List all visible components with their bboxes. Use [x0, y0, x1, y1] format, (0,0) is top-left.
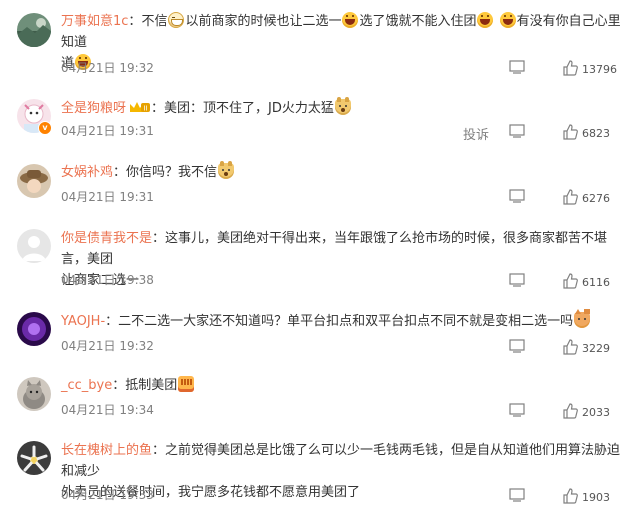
like-button[interactable]: 6276 [562, 189, 610, 205]
comment-body: 全是狗粮呀 II ：美团：顶不住了，JD火力太猛 [61, 97, 621, 119]
like-count: 13796 [582, 63, 617, 76]
like-count: 1903 [582, 491, 610, 504]
separator: ： [113, 165, 127, 180]
like-count: 6276 [582, 192, 610, 205]
verified-badge-icon: v [38, 121, 52, 135]
comment-text: 你信吗？我不信 [126, 165, 218, 180]
timestamp: 04月21日 19:31 [61, 124, 154, 138]
thumbs-up-icon [563, 189, 578, 205]
timestamp: 04月21日 19:33 [61, 488, 154, 502]
timestamp: 04月21日 19:34 [61, 403, 154, 417]
timestamp: 04月21日 19:31 [61, 190, 154, 204]
fist-emoji-icon [178, 376, 195, 392]
username[interactable]: 你是债青我不是 [61, 231, 152, 246]
username[interactable]: 女娲补鸡 [61, 165, 113, 180]
comment-body: YAOJH-：二不二选一大家还不知道吗？单平台扣点和双平台扣点不同不就是变相二选… [61, 309, 621, 332]
avatar[interactable] [17, 229, 51, 263]
grin-emoji-icon [168, 12, 185, 28]
separator: ： [128, 14, 142, 29]
report-button[interactable]: 投诉 [463, 124, 489, 143]
timestamp: 04月21日 19:32 [61, 61, 154, 75]
doge-emoji-icon [218, 161, 235, 179]
separator: ： [112, 378, 126, 393]
reply-icon[interactable] [509, 273, 525, 287]
separator: ： [105, 314, 119, 329]
avatar[interactable] [17, 13, 51, 47]
thumbs-up-icon [563, 339, 578, 355]
username[interactable]: 万事如意1c [61, 14, 128, 29]
like-button[interactable]: 13796 [562, 60, 617, 76]
like-button[interactable]: 2033 [562, 403, 610, 419]
comment-text: 以前商家的时候也让二选一 [185, 14, 342, 29]
cat-emoji-icon [574, 309, 591, 328]
thumbs-up-icon [563, 273, 578, 289]
thumbs-up-icon [563, 124, 578, 140]
avatar[interactable] [17, 312, 51, 346]
username[interactable]: 长在槐树上的鱼 [61, 443, 152, 458]
like-count: 6823 [582, 127, 610, 140]
level-badge-text: II [143, 105, 147, 113]
thumbs-up-icon [563, 488, 578, 504]
username[interactable]: _cc_bye [61, 378, 112, 393]
comment-text: 二不二选一大家还不知道吗？单平台扣点和双平台扣点不同不就是变相二选一吗 [118, 314, 574, 329]
like-count: 6116 [582, 276, 610, 289]
avatar[interactable] [17, 164, 51, 198]
username[interactable]: YAOJH- [61, 314, 105, 329]
laugh-cry-emoji-icon [499, 12, 516, 28]
like-count: 3229 [582, 342, 610, 355]
reply-icon[interactable] [509, 403, 525, 417]
reply-icon[interactable] [509, 189, 525, 203]
reply-icon[interactable] [509, 488, 525, 502]
separator: ： [152, 231, 166, 246]
like-button[interactable]: 6823 [562, 124, 610, 140]
doge-emoji-icon [334, 97, 351, 115]
laugh-cry-emoji-icon [477, 12, 494, 28]
like-button[interactable]: 3229 [562, 339, 610, 355]
reply-icon[interactable] [509, 124, 525, 138]
avatar[interactable] [17, 441, 51, 475]
comment-text: 不信 [141, 14, 168, 29]
comment-body: _cc_bye：抵制美团 [61, 375, 621, 396]
comment-text: 选了饿就不能入住团 [359, 14, 477, 29]
avatar[interactable] [17, 377, 51, 411]
crown-level-badge-icon: II [130, 102, 151, 113]
thumbs-up-icon [563, 60, 578, 76]
reply-icon[interactable] [509, 339, 525, 353]
comment-text: 抵制美团 [125, 378, 178, 393]
like-count: 2033 [582, 406, 610, 419]
separator: ： [151, 101, 165, 116]
timestamp: 04月21日 19:32 [61, 339, 154, 353]
laugh-cry-emoji-icon [342, 12, 359, 28]
like-button[interactable]: 1903 [562, 488, 610, 504]
username[interactable]: 全是狗粮呀 [61, 101, 126, 116]
comment-body: 女娲补鸡：你信吗？我不信 [61, 161, 621, 183]
like-button[interactable]: 6116 [562, 273, 610, 289]
comment-text: 美团：顶不住了，JD火力太猛 [164, 101, 334, 116]
reply-icon[interactable] [509, 60, 525, 74]
separator: ： [152, 443, 166, 458]
timestamp: 04月21日 19:38 [61, 273, 154, 287]
thumbs-up-icon [563, 403, 578, 419]
